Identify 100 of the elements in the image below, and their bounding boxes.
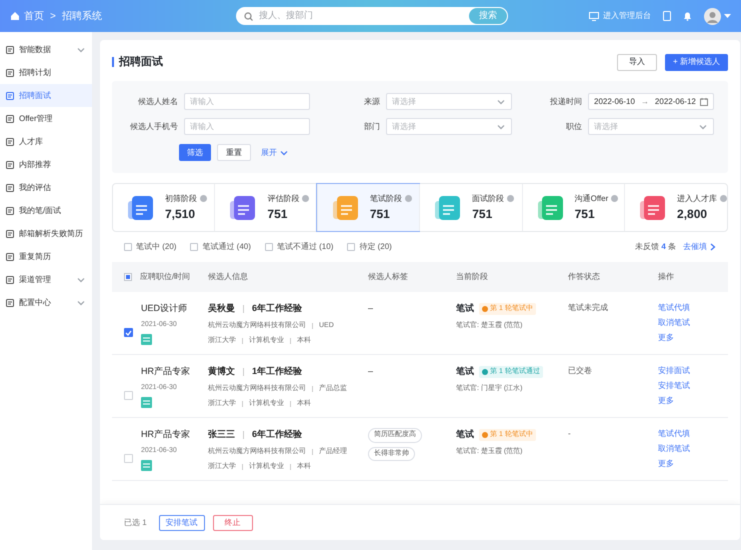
stage-card[interactable]: 初筛阶段 7,510 (113, 184, 214, 231)
filter-button[interactable]: 筛选 (179, 144, 211, 161)
home-icon (10, 11, 20, 21)
sidebar-item[interactable]: 招聘面试 (0, 84, 92, 107)
column-header: 候选人标签 (368, 271, 408, 283)
field-label: 候选人手机号 (129, 120, 178, 132)
stage-label: 进入人才库 (677, 192, 718, 204)
stage-label: 初筛阶段 (165, 192, 197, 204)
checkbox[interactable] (124, 243, 132, 251)
menu-item-icon (6, 184, 14, 192)
status-dot-icon (482, 432, 488, 438)
checkbox-label: 笔试通过 (40) (202, 241, 251, 253)
column-header: 候选人信息 (208, 271, 248, 283)
stage-count: 751 (267, 206, 288, 222)
column-header: 应聘职位/时间 (140, 271, 190, 283)
answer-status: - (568, 428, 572, 440)
search-icon (244, 12, 253, 20)
sidebar-item[interactable]: 配置中心 (0, 291, 92, 314)
text-input[interactable]: 请输入 (184, 93, 310, 110)
row-checkbox[interactable] (124, 328, 133, 337)
select-all-checkbox[interactable] (124, 273, 132, 281)
stage-card[interactable]: 笔试阶段 751 (316, 184, 420, 231)
text-input[interactable]: 请输入 (184, 118, 310, 135)
stage-icon (332, 194, 360, 222)
terminate-button[interactable]: 终止 (212, 514, 253, 530)
sidebar-item[interactable]: 人才库 (0, 130, 92, 153)
status-dot-icon (482, 368, 488, 375)
action-link[interactable]: 更多 (658, 395, 674, 407)
source-tag-icon (141, 334, 152, 345)
experience-text: 1年工作经验 (252, 365, 302, 378)
breadcrumb-separator: > (50, 10, 56, 24)
sidebar-item[interactable]: 内部推荐 (0, 153, 92, 176)
menu-item-icon (6, 138, 14, 146)
checkbox[interactable] (347, 243, 356, 251)
admin-link[interactable]: 进入管理后台 (603, 10, 651, 22)
sidebar-item[interactable]: 智能数据 (0, 38, 92, 61)
menu-item-icon (6, 92, 14, 100)
reset-button[interactable]: 重置 (217, 144, 251, 161)
stage-label: 面试阶段 (472, 192, 504, 204)
column-header: 操作 (658, 271, 674, 283)
date-start: 2022-06-10 (594, 96, 635, 108)
stage-card[interactable]: 进入人才库 2,800 (624, 184, 728, 231)
arrange-exam-button[interactable]: 安排笔试 (158, 514, 205, 530)
menu-item-icon (6, 46, 14, 54)
sidebar-item[interactable]: Offer管理 (0, 107, 92, 130)
sidebar-item[interactable]: 渠道管理 (0, 268, 92, 291)
candidate-name: 吴秋曼 (208, 302, 235, 315)
date-end: 2022-06-12 (654, 96, 696, 108)
stage-label: 笔试阶段 (370, 192, 402, 204)
stage-card[interactable]: 评估阶段 751 (214, 184, 317, 231)
action-link[interactable]: 安排笔试 (658, 380, 690, 392)
action-link[interactable]: 取消笔试 (658, 443, 690, 455)
menu-item-icon (6, 114, 14, 122)
stage-count: 7,510 (165, 206, 196, 222)
action-link[interactable]: 笔试代填 (658, 302, 690, 314)
checkbox[interactable] (264, 243, 273, 251)
selected-count: 已选 1 (124, 516, 147, 528)
page-title: 招聘面试 (119, 54, 163, 70)
stage-name: 笔试 (456, 428, 474, 441)
help-icon (720, 195, 728, 202)
candidate-name: 张三三 (208, 428, 235, 441)
stage-count: 751 (370, 206, 391, 222)
stage-count: 2,800 (677, 206, 708, 222)
caret-icon (724, 14, 731, 18)
feedback-text: 未反馈 4 条 (635, 241, 676, 253)
action-link[interactable]: 取消笔试 (658, 317, 690, 329)
remind-link[interactable]: 去催填 (683, 241, 707, 253)
answer-status: 已交卷 (568, 365, 593, 377)
action-link[interactable]: 安排面试 (658, 365, 690, 377)
sidebar-item[interactable]: 我的笔/面试 (0, 199, 92, 222)
experience-text: 6年工作经验 (252, 428, 302, 441)
help-icon (404, 195, 412, 202)
add-candidate-button[interactable]: + 新增候选人 (665, 54, 728, 70)
breadcrumb-link[interactable]: 招聘系统 (62, 8, 102, 24)
date-range-field[interactable]: 2022-06-10 → 2022-06-12 (588, 93, 714, 110)
source-tag-icon (141, 460, 152, 471)
action-link[interactable]: 笔试代填 (658, 428, 690, 440)
stage-card[interactable]: 面试阶段 751 (419, 184, 522, 231)
stage-count: 751 (472, 206, 494, 222)
action-link[interactable]: 更多 (658, 332, 674, 344)
checkbox-label: 待定 (20) (359, 241, 392, 253)
checkbox[interactable] (190, 243, 198, 251)
candidate-name: 黄博文 (208, 365, 235, 378)
sidebar-item[interactable]: 邮箱解析失败简历 (0, 222, 92, 245)
expand-link[interactable]: 展开 (261, 146, 277, 158)
sidebar-item[interactable]: 招聘计划 (0, 61, 92, 84)
sidebar-item[interactable]: 重复简历 (0, 245, 92, 268)
breadcrumb-link[interactable]: 首页 (24, 8, 44, 24)
import-button[interactable]: 导入 (617, 54, 657, 70)
source-tag-icon (141, 397, 152, 408)
chevron-right-icon (710, 243, 716, 251)
stage-name: 笔试 (456, 365, 474, 378)
sidebar-item[interactable]: 我的评估 (0, 176, 92, 199)
stage-label: 评估阶段 (267, 192, 300, 204)
stage-count: 751 (574, 206, 596, 222)
column-header: 当前阶段 (456, 271, 488, 283)
action-link[interactable]: 更多 (658, 458, 674, 470)
empty-tags: – (368, 365, 374, 378)
stage-card[interactable]: 沟通Offer 751 (522, 184, 624, 231)
title-accent-bar (112, 57, 114, 67)
